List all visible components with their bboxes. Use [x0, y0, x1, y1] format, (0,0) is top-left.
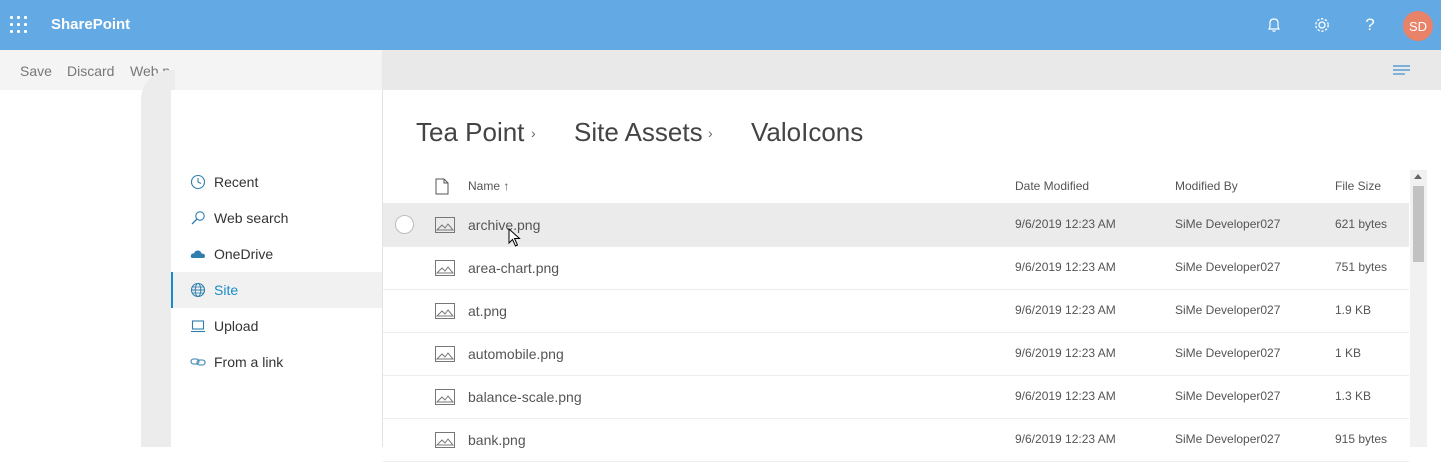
nav-item-label: Recent — [214, 174, 259, 190]
date-modified: 9/6/2019 12:23 AM — [1015, 217, 1116, 231]
globe-icon — [190, 282, 206, 298]
modified-by: SiMe Developer027 — [1175, 346, 1281, 360]
command-bar-left: Save Discard Web p — [0, 50, 382, 90]
avatar[interactable]: SD — [1403, 11, 1433, 41]
file-name[interactable]: area-chart.png — [468, 260, 559, 276]
breadcrumb-item[interactable]: Tea Point — [416, 117, 524, 148]
nav-item-upload[interactable]: Upload — [171, 308, 382, 344]
file-size: 915 bytes — [1335, 432, 1388, 446]
file-name[interactable]: bank.png — [468, 432, 526, 448]
column-header-date[interactable]: Date Modified — [1015, 179, 1089, 193]
nav-item-label: Site — [214, 282, 239, 298]
file-size: 751 bytes — [1335, 260, 1388, 274]
brand-title[interactable]: SharePoint — [51, 16, 130, 33]
save-button[interactable]: Save — [20, 63, 52, 79]
column-header-size[interactable]: File Size — [1335, 179, 1381, 193]
column-header-modified-by[interactable]: Modified By — [1175, 179, 1238, 193]
link-icon — [190, 354, 206, 370]
table-row[interactable]: archive.png 9/6/2019 12:23 AM SiMe Develop… — [383, 203, 1409, 247]
onedrive-icon — [190, 246, 206, 262]
suite-bar: SharePoint ? SD — [0, 0, 1441, 50]
mouse-cursor-icon — [508, 227, 522, 253]
table-row[interactable]: automobile.png 9/6/2019 12:23 AM SiMe Deve… — [383, 332, 1409, 376]
file-name[interactable]: archive.png — [468, 217, 540, 233]
table-row[interactable]: bank.png 9/6/2019 12:23 AM SiMe Developer0… — [383, 418, 1409, 462]
file-size: 1.9 KB — [1335, 303, 1372, 317]
nav-item-onedrive[interactable]: OneDrive — [171, 236, 382, 272]
scrollbar-thumb[interactable] — [1413, 186, 1424, 262]
image-file-icon — [435, 217, 455, 238]
modified-by: SiMe Developer027 — [1175, 217, 1281, 231]
table-row[interactable]: balance-scale.png 9/6/2019 12:23 AM SiMe D… — [383, 375, 1409, 419]
date-modified: 9/6/2019 12:23 AM — [1015, 346, 1116, 360]
nav-item-label: OneDrive — [214, 246, 274, 262]
bell-icon[interactable] — [1263, 14, 1285, 36]
file-list-pane: Tea Point › Site Assets › ValoIcons Name… — [382, 90, 1441, 462]
file-picker-nav: Recent Web search OneDrive Site Upload F… — [171, 90, 382, 447]
discard-button[interactable]: Discard — [67, 63, 114, 79]
breadcrumb-item[interactable]: Site Assets — [574, 117, 703, 148]
image-file-icon — [435, 346, 455, 367]
nav-item-label: Upload — [214, 318, 259, 334]
date-modified: 9/6/2019 12:23 AM — [1015, 389, 1116, 403]
menu-icon[interactable] — [1393, 64, 1410, 82]
date-modified: 9/6/2019 12:23 AM — [1015, 432, 1116, 446]
search-icon — [190, 210, 206, 226]
file-size: 1 KB — [1335, 346, 1362, 360]
page-background-edge — [141, 70, 175, 447]
upload-icon — [190, 318, 206, 334]
date-modified: 9/6/2019 12:23 AM — [1015, 303, 1116, 317]
modified-by: SiMe Developer027 — [1175, 432, 1281, 446]
chevron-right-icon: › — [531, 125, 536, 141]
app-launcher-icon[interactable] — [10, 16, 28, 34]
nav-item-label: Web search — [214, 210, 289, 226]
file-name[interactable]: automobile.png — [468, 346, 564, 362]
gear-icon[interactable] — [1311, 14, 1333, 36]
file-type-header-icon[interactable] — [435, 178, 449, 198]
nav-item-recent[interactable]: Recent — [171, 164, 382, 200]
image-file-icon — [435, 389, 455, 410]
table-row[interactable]: at.png 9/6/2019 12:23 AM SiMe Developer027… — [383, 289, 1409, 333]
table-row[interactable]: area-chart.png 9/6/2019 12:23 AM SiMe Deve… — [383, 246, 1409, 290]
file-name[interactable]: at.png — [468, 303, 507, 319]
nav-item-web-search[interactable]: Web search — [171, 200, 382, 236]
breadcrumb-current[interactable]: ValoIcons — [751, 117, 863, 148]
file-size: 621 bytes — [1335, 217, 1388, 231]
date-modified: 9/6/2019 12:23 AM — [1015, 260, 1116, 274]
scroll-up-arrow-icon[interactable] — [1414, 174, 1422, 179]
row-select-radio[interactable] — [395, 215, 414, 234]
chevron-right-icon: › — [708, 125, 713, 141]
nav-item-site[interactable]: Site — [171, 272, 382, 308]
clock-icon — [190, 174, 206, 190]
file-name[interactable]: balance-scale.png — [468, 389, 582, 405]
modified-by: SiMe Developer027 — [1175, 303, 1281, 317]
image-file-icon — [435, 432, 455, 453]
modified-by: SiMe Developer027 — [1175, 260, 1281, 274]
help-icon[interactable]: ? — [1359, 14, 1381, 36]
column-header-name[interactable]: Name ↑ — [468, 179, 509, 193]
nav-item-label: From a link — [214, 354, 284, 370]
command-bar: Save Discard Web p — [0, 50, 1441, 90]
nav-item-from-link[interactable]: From a link — [171, 344, 382, 380]
image-file-icon — [435, 303, 455, 324]
modified-by: SiMe Developer027 — [1175, 389, 1281, 403]
image-file-icon — [435, 260, 455, 281]
file-size: 1.3 KB — [1335, 389, 1372, 403]
